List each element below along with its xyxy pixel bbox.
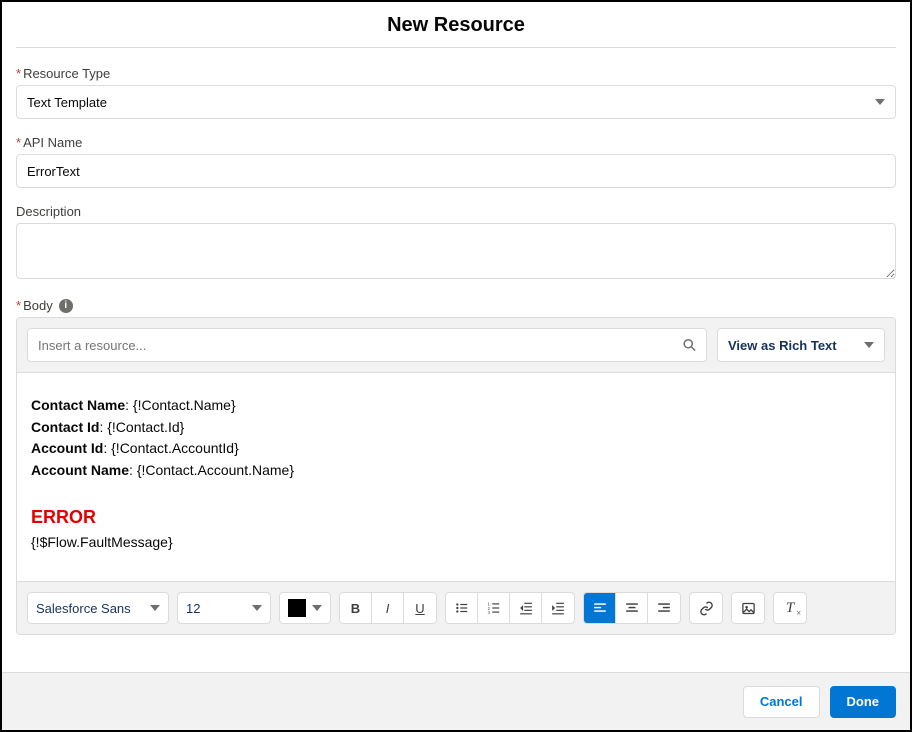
modal-footer: Cancel Done: [2, 672, 910, 730]
editor-top-bar: View as Rich Text: [17, 318, 895, 373]
align-right-button[interactable]: [648, 593, 680, 623]
form-body: *Resource Type Text Template *API Name D…: [2, 47, 910, 672]
numbered-list-button[interactable]: 123: [478, 593, 510, 623]
new-resource-modal: New Resource *Resource Type Text Templat…: [0, 0, 912, 732]
bullet-list-button[interactable]: [446, 593, 478, 623]
info-icon[interactable]: i: [59, 299, 73, 313]
field-api-name: *API Name: [16, 135, 896, 188]
align-center-button[interactable]: [616, 593, 648, 623]
rich-text-editor: View as Rich Text Contact Name: {!Contac…: [16, 317, 896, 635]
cancel-button[interactable]: Cancel: [743, 686, 820, 718]
indent-button[interactable]: [542, 593, 574, 623]
text-style-group: B I U: [339, 592, 437, 624]
resource-search-input[interactable]: [27, 328, 707, 362]
label-api-name: *API Name: [16, 135, 896, 150]
color-swatch-icon: [288, 599, 306, 617]
label-resource-type: *Resource Type: [16, 66, 896, 81]
divider: [16, 47, 896, 48]
chevron-down-icon: [312, 605, 322, 611]
chevron-down-icon: [150, 605, 160, 611]
view-mode-select[interactable]: View as Rich Text: [717, 328, 885, 362]
description-textarea[interactable]: [16, 223, 896, 279]
field-resource-type: *Resource Type Text Template: [16, 66, 896, 119]
chevron-down-icon: [252, 605, 262, 611]
link-button[interactable]: [689, 592, 723, 624]
font-family-select[interactable]: Salesforce Sans: [27, 592, 169, 624]
resource-type-select[interactable]: Text Template: [16, 85, 896, 119]
chevron-down-icon: [864, 342, 874, 348]
search-icon: [682, 338, 697, 353]
field-body: *Body i View as Rich Text: [16, 298, 896, 635]
chevron-down-icon: [875, 99, 885, 105]
clear-formatting-button[interactable]: T×: [773, 592, 807, 624]
align-group: [583, 592, 681, 624]
api-name-input[interactable]: [16, 154, 896, 188]
field-description: Description: [16, 204, 896, 282]
modal-title: New Resource: [2, 14, 910, 37]
label-body: *Body i: [16, 298, 896, 313]
italic-button[interactable]: I: [372, 593, 404, 623]
font-size-select[interactable]: 12: [177, 592, 271, 624]
align-left-button[interactable]: [584, 593, 616, 623]
resource-search-wrap: [27, 328, 707, 362]
svg-text:3: 3: [487, 610, 490, 615]
underline-button[interactable]: U: [404, 593, 436, 623]
label-description: Description: [16, 204, 896, 219]
bold-button[interactable]: B: [340, 593, 372, 623]
image-button[interactable]: [731, 592, 765, 624]
list-indent-group: 123: [445, 592, 575, 624]
editor-content[interactable]: Contact Name: {!Contact.Name} Contact Id…: [17, 373, 895, 581]
font-color-select[interactable]: [279, 592, 331, 624]
done-button[interactable]: Done: [830, 686, 897, 718]
outdent-button[interactable]: [510, 593, 542, 623]
modal-header: New Resource: [2, 2, 910, 47]
editor-toolbar: Salesforce Sans 12 B I U: [17, 581, 895, 634]
